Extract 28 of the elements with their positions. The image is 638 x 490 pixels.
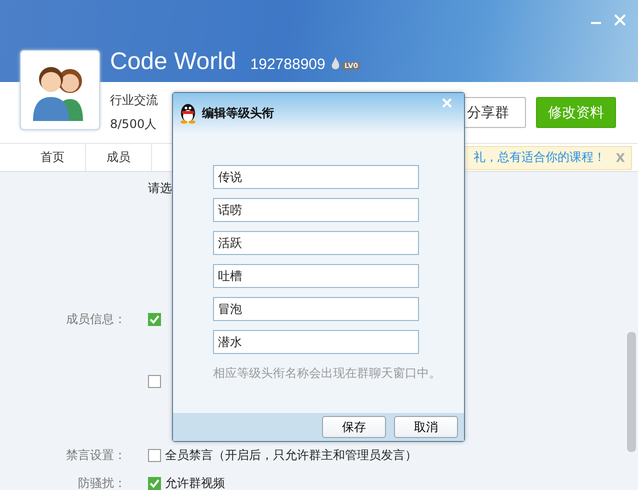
level-title-field[interactable]: 传说	[213, 165, 419, 189]
option-label: 全员禁言（开启后，只允许群主和管理员发言）	[165, 446, 417, 464]
cancel-button[interactable]: 取消	[394, 416, 458, 438]
instruction-text: 请选	[148, 180, 173, 197]
penguin-icon	[179, 102, 197, 124]
close-icon[interactable]	[442, 98, 452, 108]
flame-icon	[331, 57, 340, 71]
close-icon[interactable]	[614, 14, 626, 26]
setting-label: 禁言设置：	[65, 446, 126, 464]
setting-label: 成员信息：	[65, 310, 126, 328]
group-category: 行业交流	[110, 92, 158, 109]
dialog-title: 编辑等级头衔	[202, 104, 274, 122]
member-count: 8/500人	[110, 116, 158, 133]
level-title-field[interactable]: 潜水	[213, 330, 419, 354]
level-title-field[interactable]: 吐槽	[213, 264, 419, 288]
group-number: 192788909	[250, 56, 326, 72]
checkbox[interactable]	[148, 448, 161, 462]
level-title-field[interactable]: 活跃	[213, 231, 419, 255]
group-name: Code World	[110, 48, 236, 76]
setting-label: 防骚扰：	[77, 474, 126, 490]
checkbox[interactable]	[148, 312, 161, 326]
checkbox[interactable]	[148, 374, 161, 388]
option-label: 允许群视频	[165, 474, 225, 490]
save-button[interactable]: 保存	[322, 416, 386, 438]
level-title-field[interactable]: 话唠	[213, 198, 419, 222]
hint-text: 相应等级头衔名称会出现在群聊天窗口中。	[213, 365, 442, 382]
level-title-field[interactable]: 冒泡	[213, 297, 419, 321]
checkbox[interactable]	[148, 476, 161, 490]
